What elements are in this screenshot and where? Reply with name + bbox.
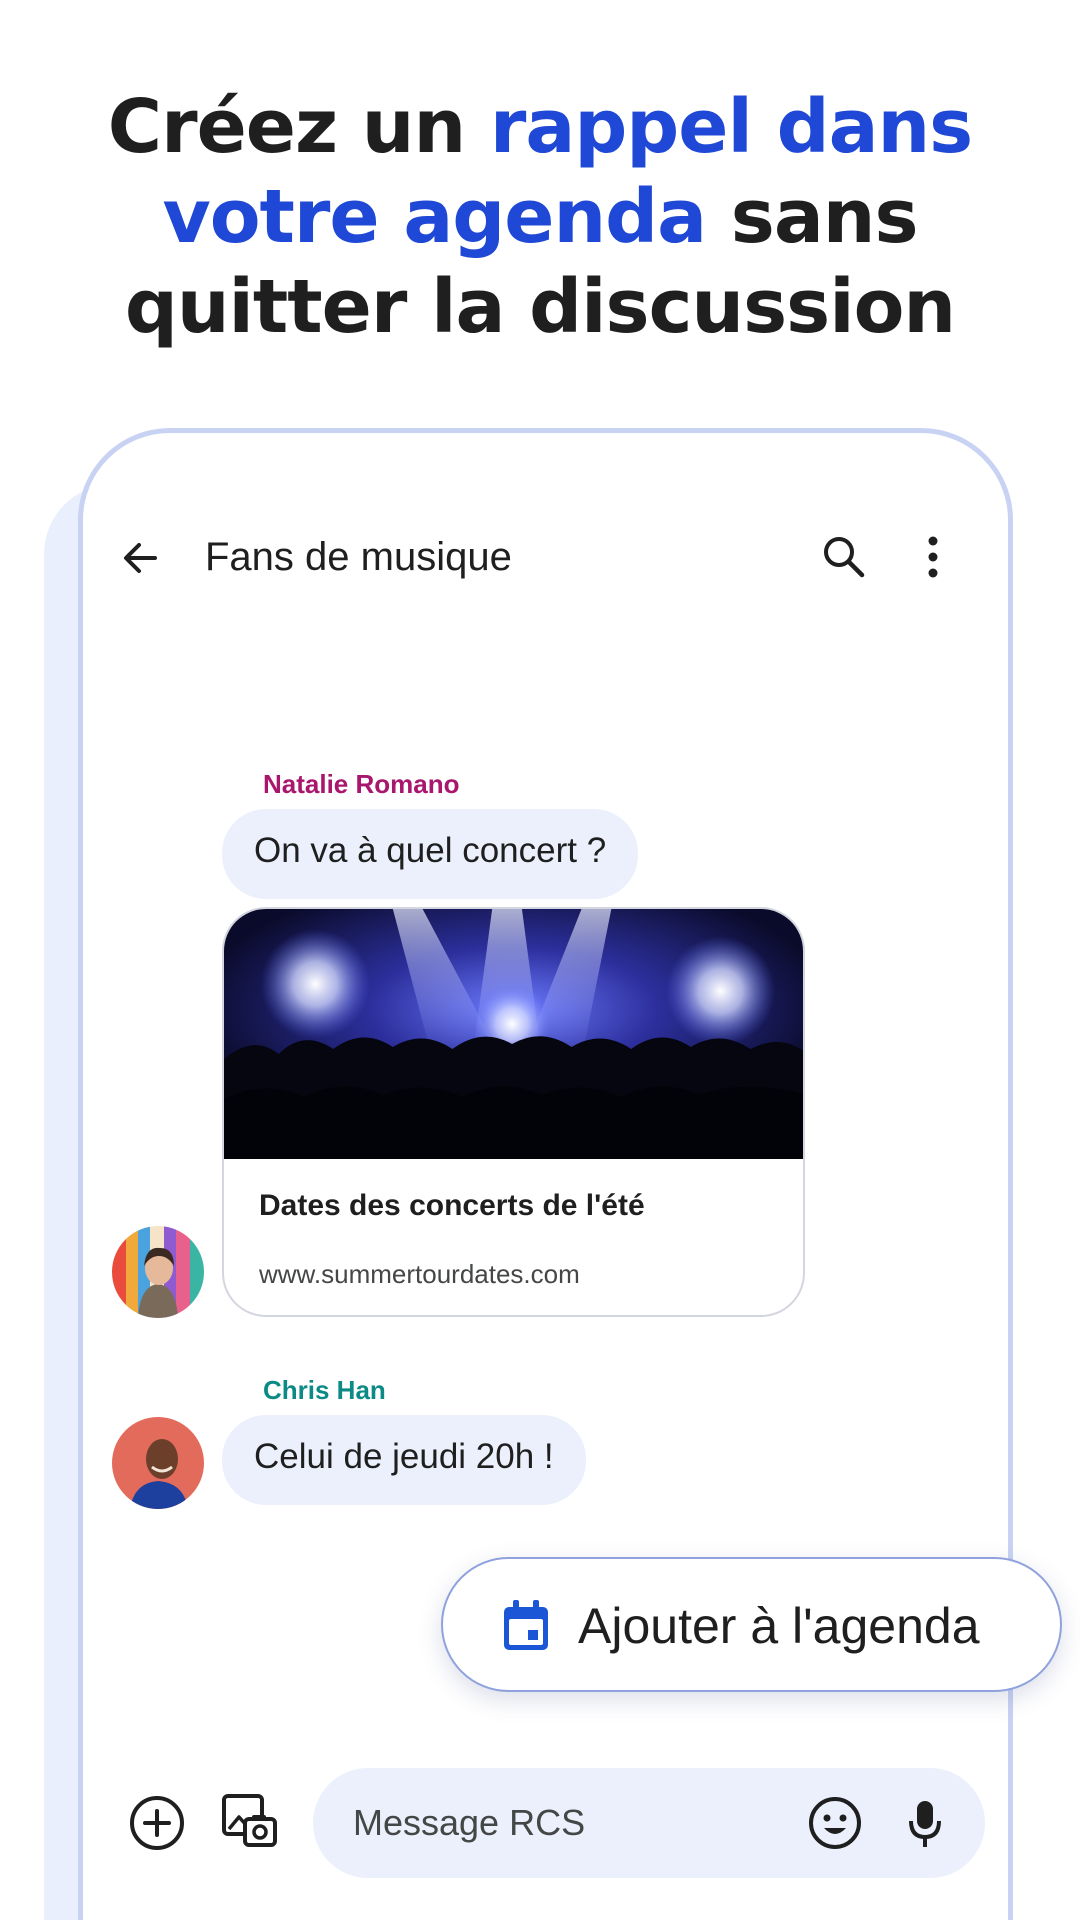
more-vert-icon — [928, 536, 938, 578]
calendar-icon — [504, 1600, 548, 1650]
chip-label: Ajouter à l'agenda — [578, 1598, 980, 1654]
compose-bar: Message RCS — [83, 1763, 1008, 1883]
phone-frame: Fans de musique Natalie Romano On va à q… — [78, 428, 1013, 1920]
avatar-image — [112, 1417, 204, 1509]
top-app-bar: Fans de musique — [83, 523, 1008, 593]
headline: Créez un rappel dans votre agenda sans q… — [60, 82, 1020, 352]
sender-name-natalie: Natalie Romano — [263, 769, 460, 799]
voice-input-button[interactable] — [905, 1793, 945, 1853]
emoji-icon — [809, 1797, 861, 1849]
link-preview-card[interactable]: Dates des concerts de l'été www.summerto… — [222, 907, 805, 1317]
add-to-calendar-chip[interactable]: Ajouter à l'agenda — [441, 1557, 1062, 1692]
gallery-icon — [222, 1794, 277, 1847]
gallery-button[interactable] — [219, 1791, 279, 1851]
search-icon — [824, 537, 865, 578]
headline-part1: Créez un — [107, 84, 490, 170]
message-bubble[interactable]: On va à quel concert ? — [222, 809, 639, 899]
add-circle-icon — [130, 1796, 184, 1850]
avatar-chris[interactable] — [112, 1417, 204, 1509]
conversation-title: Fans de musique — [205, 535, 512, 579]
link-card-url: www.summertourdates.com — [259, 1259, 580, 1289]
more-options-button[interactable] — [918, 531, 948, 583]
message-placeholder: Message RCS — [353, 1802, 586, 1843]
link-card-title: Dates des concerts de l'été — [259, 1189, 645, 1222]
add-attachment-button[interactable] — [127, 1793, 187, 1853]
avatar-image — [112, 1226, 204, 1318]
message-bubble[interactable]: Celui de jeudi 20h ! — [222, 1415, 586, 1505]
mic-icon — [909, 1801, 941, 1847]
concert-image — [224, 909, 803, 1159]
back-arrow-icon — [124, 543, 157, 573]
emoji-button[interactable] — [805, 1793, 865, 1853]
back-button[interactable] — [115, 533, 165, 583]
message-input[interactable]: Message RCS — [313, 1768, 985, 1878]
search-button[interactable] — [818, 531, 870, 583]
avatar-natalie[interactable] — [112, 1226, 204, 1318]
sender-name-chris: Chris Han — [263, 1375, 386, 1405]
